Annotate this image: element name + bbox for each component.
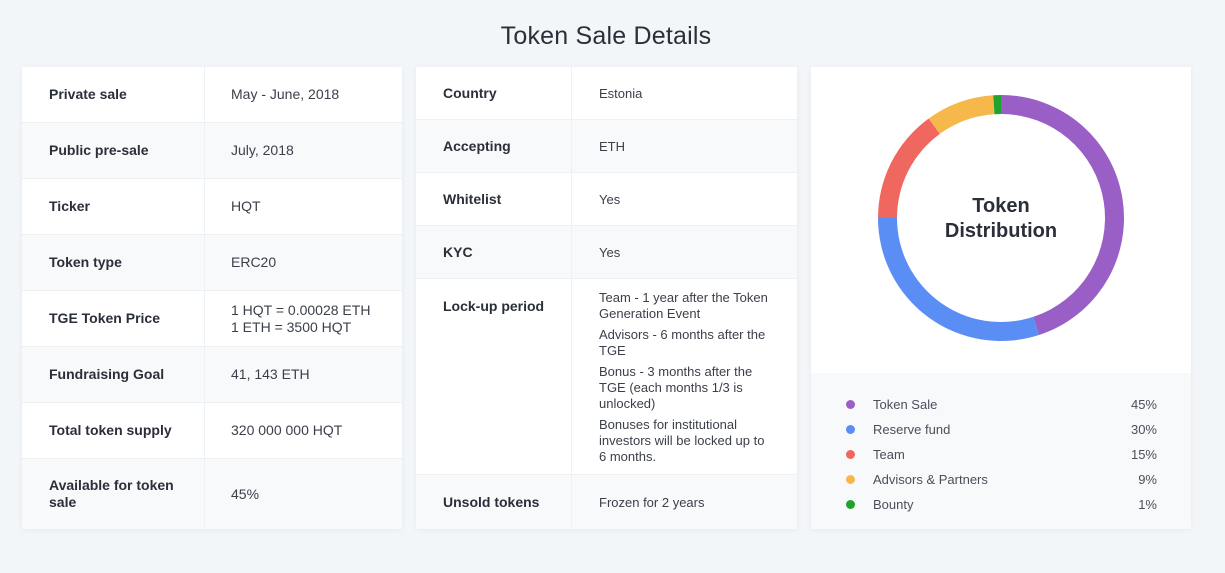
row-label: Public pre-sale (22, 123, 205, 178)
row-label: TGE Token Price (22, 291, 205, 346)
row-value: ETH (599, 138, 625, 154)
legend-percent: 1% (1138, 497, 1157, 512)
table-row: KYC Yes (416, 226, 797, 279)
lockup-item: Advisors - 6 months after the TGE (599, 327, 766, 358)
legend-dot-icon (846, 425, 855, 434)
legend-dot-icon (846, 500, 855, 509)
table-row: Private sale May - June, 2018 (22, 67, 402, 123)
legend-name: Advisors & Partners (873, 472, 988, 487)
table-row: Accepting ETH (416, 120, 797, 173)
row-label: Ticker (22, 179, 205, 234)
lockup-item: Bonuses for institutional investors will… (599, 417, 765, 464)
row-value: 41, 143 ETH (231, 366, 310, 382)
row-value: July, 2018 (231, 142, 294, 158)
row-value: 320 000 000 HQT (231, 422, 343, 438)
row-label: Total token supply (22, 403, 205, 458)
row-label: Lock-up period (416, 279, 572, 474)
legend-name: Team (873, 447, 905, 462)
row-value: Frozen for 2 years (599, 495, 705, 510)
legend-item: Advisors & Partners 9% (811, 467, 1191, 492)
table-row: Lock-up period Team - 1 year after the T… (416, 279, 797, 475)
row-label: Whitelist (416, 173, 572, 225)
price-line-2: 1 ETH = 3500 HQT (231, 318, 352, 335)
legend-item: Reserve fund 30% (811, 417, 1191, 442)
row-label: Private sale (22, 67, 205, 122)
table-row: Whitelist Yes (416, 173, 797, 226)
table-row: Token type ERC20 (22, 235, 402, 291)
sale-terms-table: Country Estonia Accepting ETH Whitelist … (416, 67, 797, 529)
row-value: ERC20 (231, 254, 277, 270)
page-title: Token Sale Details (500, 22, 712, 50)
sale-details-table: Private sale May - June, 2018 Public pre… (22, 67, 402, 529)
legend-dot-icon (846, 450, 855, 459)
legend-percent: 45% (1130, 397, 1157, 412)
legend-item: Team 15% (811, 442, 1191, 467)
row-label: KYC (416, 226, 572, 278)
table-row: Fundraising Goal 41, 143 ETH (22, 347, 402, 403)
donut-chart: Token Distribution (811, 67, 1191, 373)
row-value: HQT (231, 198, 261, 214)
row-value: 1 HQT = 0.00028 ETH 1 ETH = 3500 HQT (205, 291, 402, 346)
legend-dot-icon (846, 400, 855, 409)
table-row: Ticker HQT (22, 179, 402, 235)
legend-percent: 9% (1138, 472, 1157, 487)
table-row: Unsold tokens Frozen for 2 years (416, 475, 797, 529)
legend-item: Token Sale 45% (811, 392, 1191, 417)
sale-terms-card: Country Estonia Accepting ETH Whitelist … (416, 67, 797, 529)
sale-details-card: Private sale May - June, 2018 Public pre… (22, 67, 402, 529)
row-label: Accepting (416, 120, 572, 172)
legend-percent: 15% (1130, 447, 1157, 462)
distribution-legend: Token Sale 45% Reserve fund 30% Team 15% Advis… (811, 373, 1191, 529)
row-label: Country (416, 67, 572, 119)
row-value: May - June, 2018 (231, 86, 340, 102)
price-line-1: 1 HQT = 0.00028 ETH (231, 301, 371, 318)
row-label: Token type (22, 235, 205, 290)
lockup-list: Team - 1 year after the Token Generation… (572, 279, 797, 474)
row-value: Yes (599, 191, 621, 207)
legend-name: Bounty (873, 497, 914, 512)
row-label: Unsold tokens (416, 475, 572, 529)
donut-slice (928, 95, 995, 134)
row-value: Yes (599, 244, 621, 260)
legend-name: Token Sale (873, 397, 938, 412)
table-row: Country Estonia (416, 67, 797, 120)
table-row: Available for token sale 45% (22, 459, 402, 529)
donut-center-label: Token Distribution (906, 194, 1096, 244)
table-row: Total token supply 320 000 000 HQT (22, 403, 402, 459)
lockup-item: Bonus - 3 months after the TGE (each mon… (599, 364, 753, 411)
donut-label-line-1: Token (972, 195, 1030, 217)
row-value: 45% (231, 485, 260, 502)
legend-item: Bounty 1% (811, 492, 1191, 517)
row-value: Estonia (599, 85, 643, 101)
token-distribution-card: Token Distribution Token Sale 45% Reserve … (811, 67, 1191, 529)
legend-name: Reserve fund (873, 422, 951, 437)
table-row: Public pre-sale July, 2018 (22, 123, 402, 179)
row-label: Fundraising Goal (22, 347, 205, 402)
table-row: TGE Token Price 1 HQT = 0.00028 ETH 1 ET… (22, 291, 402, 347)
legend-percent: 30% (1130, 422, 1157, 437)
donut-slice (993, 95, 1001, 115)
row-label: Available for token sale (22, 459, 205, 529)
donut-label-line-2: Distribution (944, 220, 1058, 242)
legend-dot-icon (846, 475, 855, 484)
lockup-item: Team - 1 year after the Token Generation… (599, 290, 768, 321)
